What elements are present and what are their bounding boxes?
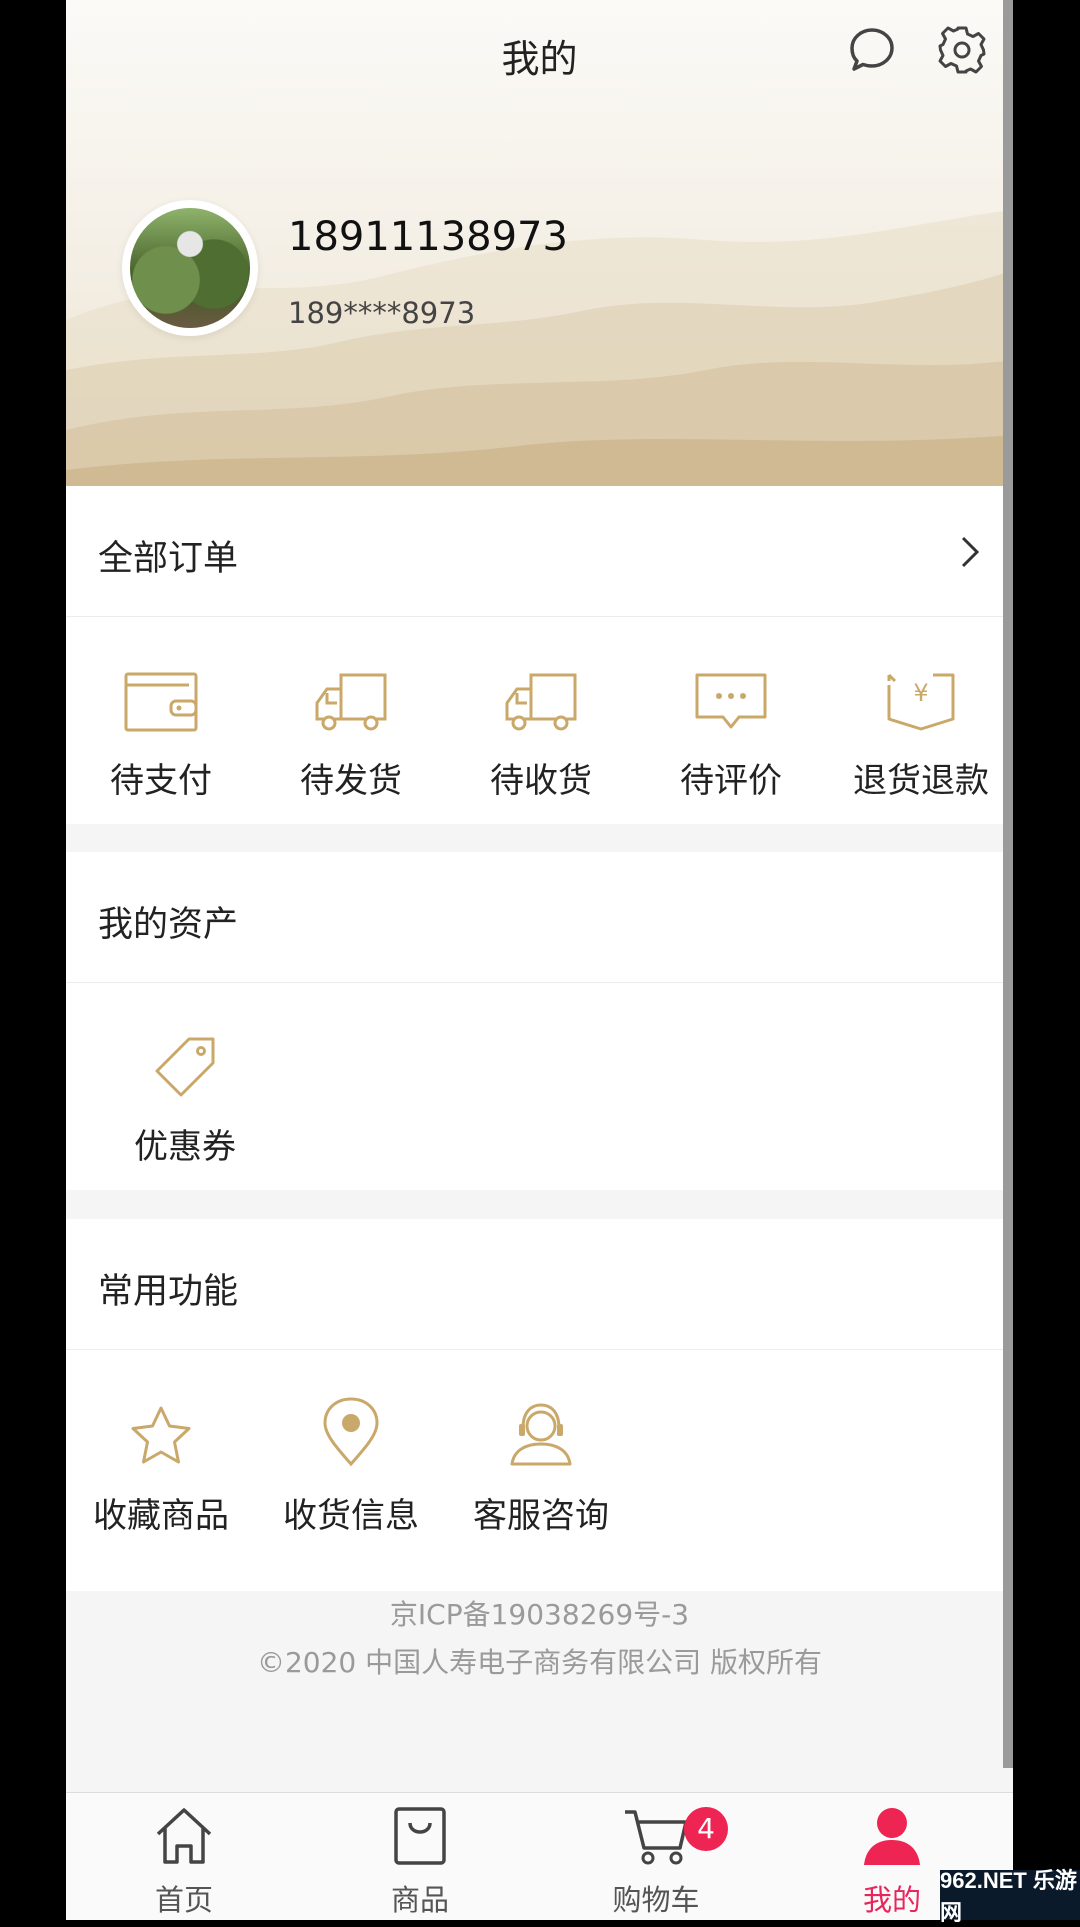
- function-label: 客服咨询: [473, 1496, 609, 1536]
- coupon-label: 优惠券: [134, 1127, 236, 1167]
- avatar-image: [130, 208, 250, 328]
- order-pending-review[interactable]: 待评价: [636, 653, 826, 802]
- truck-icon: [315, 673, 387, 731]
- settings-gear-icon[interactable]: [934, 22, 990, 78]
- order-label: 待评价: [680, 761, 782, 801]
- all-orders-row[interactable]: 全部订单: [66, 486, 1013, 617]
- chevron-right-icon: [961, 536, 980, 568]
- star-icon: [131, 1406, 191, 1464]
- order-label: 待支付: [110, 761, 212, 801]
- message-icon[interactable]: [844, 22, 900, 78]
- tab-label: 购物车: [612, 1883, 700, 1917]
- shopping-bag-icon: [394, 1807, 446, 1865]
- order-pending-receipt[interactable]: 待收货: [446, 653, 636, 802]
- masked-phone-number: 189****8973: [288, 296, 476, 330]
- all-orders-label: 全部订单: [98, 539, 239, 579]
- assets-header: 我的资产: [66, 852, 1013, 983]
- customer-service-entry[interactable]: 客服咨询: [446, 1388, 636, 1537]
- functions-title: 常用功能: [98, 1272, 239, 1312]
- tab-label: 首页: [154, 1883, 213, 1917]
- location-pin-icon: [323, 1397, 379, 1467]
- copyright-text: ©2020 中国人寿电子商务有限公司 版权所有: [256, 1646, 823, 1679]
- scrollbar[interactable]: [1003, 0, 1013, 1768]
- tab-products[interactable]: 商品: [302, 1801, 538, 1919]
- order-refund[interactable]: ¥ 退货退款: [826, 653, 1013, 802]
- functions-header: 常用功能: [66, 1219, 1013, 1350]
- tab-label: 商品: [390, 1883, 449, 1917]
- comment-icon: [695, 673, 767, 729]
- assets-section: 我的资产 优惠券: [66, 852, 1013, 1190]
- profile-header: 我的 18911138973 189****8973: [66, 0, 1013, 486]
- orders-section: 全部订单 待支付 待发货 待收货 待评价 ¥ 退货退款: [66, 486, 1013, 824]
- svg-text:¥: ¥: [913, 679, 928, 707]
- coupon-entry[interactable]: 优惠券: [90, 1019, 280, 1168]
- watermark-logo: 962.NET 乐游网: [940, 1868, 1080, 1925]
- order-label: 待收货: [490, 761, 592, 801]
- function-label: 收藏商品: [93, 1496, 229, 1536]
- coupon-tag-icon: [155, 1037, 215, 1097]
- username: 18911138973: [288, 214, 568, 260]
- refund-icon: ¥: [887, 673, 955, 731]
- user-icon: [864, 1808, 920, 1865]
- favorites-entry[interactable]: 收藏商品: [66, 1388, 256, 1537]
- tab-cart[interactable]: 购物车 4: [538, 1801, 774, 1919]
- customer-service-icon: [510, 1403, 572, 1466]
- order-pending-payment[interactable]: 待支付: [66, 653, 256, 802]
- footer: 京ICP备19038269号-3 ©2020 中国人寿电子商务有限公司 版权所有: [66, 1591, 1013, 1687]
- cart-icon: [625, 1810, 688, 1865]
- tab-home[interactable]: 首页: [66, 1801, 302, 1919]
- home-icon: [156, 1808, 212, 1864]
- functions-section: 常用功能 收藏商品 收货信息 客服咨询: [66, 1219, 1013, 1591]
- cart-badge: 4: [684, 1807, 728, 1851]
- order-label: 退货退款: [853, 761, 989, 801]
- order-pending-shipment[interactable]: 待发货: [256, 653, 446, 802]
- icp-number: 京ICP备19038269号-3: [389, 1598, 690, 1631]
- order-label: 待发货: [300, 761, 402, 801]
- address-entry[interactable]: 收货信息: [256, 1388, 446, 1537]
- avatar[interactable]: [122, 200, 258, 336]
- app-screen: 我的 18911138973 189****8973 全部订单 待支付 待发货 …: [66, 0, 1013, 1920]
- truck-icon: [505, 673, 577, 731]
- wallet-icon: [124, 672, 198, 732]
- function-label: 收货信息: [283, 1496, 419, 1536]
- bottom-tab-bar: 首页 商品 购物车 4 我的: [66, 1792, 1013, 1920]
- assets-title: 我的资产: [98, 905, 239, 945]
